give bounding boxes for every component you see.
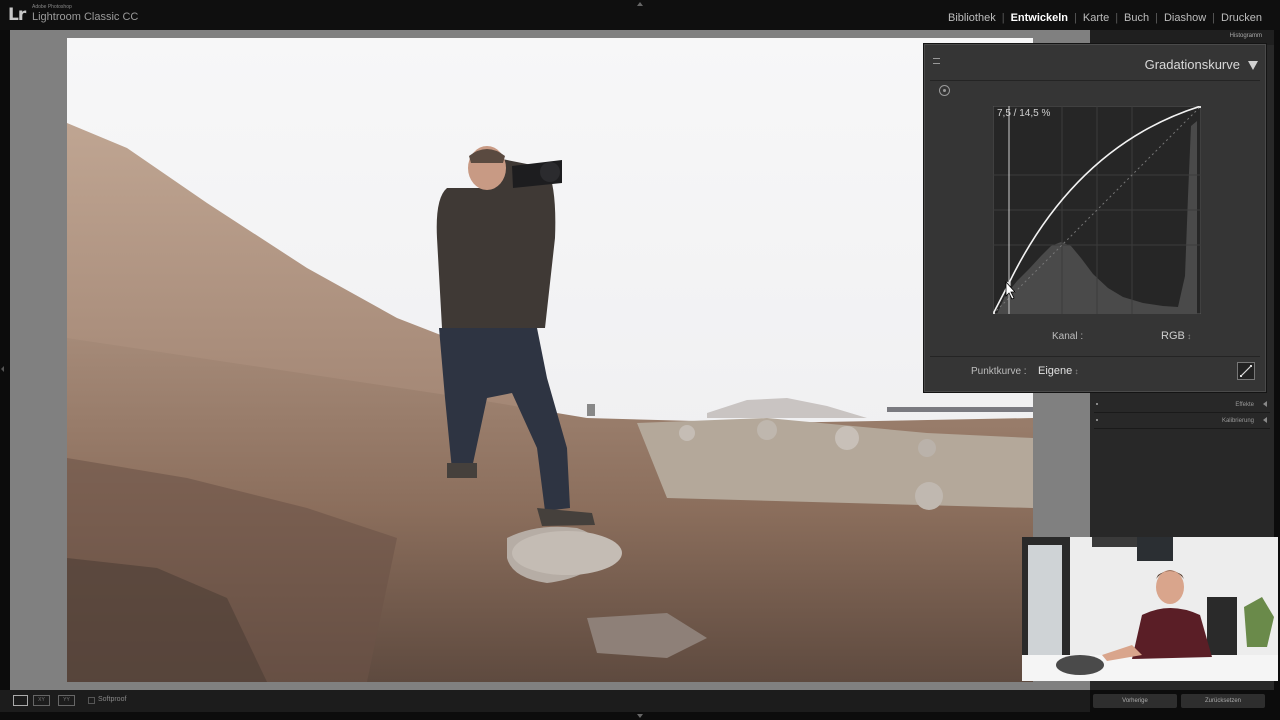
point-curve-select[interactable]: Eigene [1038,365,1079,377]
point-curve-edit-icon [1240,365,1252,377]
brand-label: Lightroom Classic CC [32,11,139,23]
collapse-triangle-icon[interactable] [1248,61,1258,70]
targeted-adjustment-icon[interactable] [939,85,950,96]
reset-button[interactable]: Zurücksetzen [1181,694,1265,708]
point-curve-label: Punktkurve : [971,366,1027,377]
previous-button[interactable]: Vorherige [1093,694,1177,708]
panel-buttons: Vorherige Zurücksetzen [1093,694,1271,708]
tone-curve-panel: Gradationskurve 7,5 / 14,5 % Kanal : RGB… [923,43,1267,393]
brand-small-label: Adobe Photoshop [32,4,72,10]
loupe-view-icon[interactable] [13,695,28,706]
panel-toggle-dot-icon[interactable] [1096,403,1098,405]
divider [930,356,1260,357]
expand-triangle-icon[interactable] [1263,417,1267,423]
curve-point[interactable] [1199,106,1201,108]
module-picker: Bibliothek | Entwickeln | Karte | Buch |… [942,12,1268,24]
module-print[interactable]: Drucken [1215,12,1268,24]
point-curve-edit-button[interactable] [1237,362,1255,380]
divider [930,80,1260,81]
filmstrip-toggle-icon[interactable] [637,714,643,718]
softproof-checkbox[interactable] [88,697,95,704]
curve-readout: 7,5 / 14,5 % [997,108,1051,119]
expand-triangle-icon[interactable] [1263,401,1267,407]
before-after-split-icon[interactable]: YY [58,695,75,706]
curve-point[interactable] [993,312,995,314]
module-develop[interactable]: Entwickeln [1005,12,1074,24]
webcam-overlay [1022,537,1278,681]
module-book[interactable]: Buch [1118,12,1155,24]
panel-row-effects[interactable]: Effekte [1094,398,1270,413]
channel-select[interactable]: RGB [1161,330,1191,342]
panel-row-label: Kalibrierung [1221,418,1254,424]
module-slideshow[interactable]: Diashow [1158,12,1212,24]
photo-landscape-image [67,38,1033,682]
lightroom-logo: Lr [8,5,26,25]
panel-toggle-dot-icon[interactable] [1096,419,1098,421]
tone-curve-title[interactable]: Gradationskurve [1145,57,1240,72]
left-panel-toggle-icon[interactable] [1,366,4,372]
panel-row-label: Effekte [1235,402,1254,408]
panel-row-calibration[interactable]: Kalibrierung [1094,414,1270,429]
before-after-icon[interactable]: XY [33,695,50,706]
tone-curve-graph[interactable] [993,106,1201,314]
main-photo [67,38,1033,682]
webcam-image [1022,537,1278,681]
channel-label: Kanal : [1052,331,1084,342]
bottom-toolbar: XY YY Softproof [0,690,1090,712]
top-panel-toggle-icon[interactable] [637,2,643,6]
panel-grip-icon[interactable] [933,58,940,64]
module-map[interactable]: Karte [1077,12,1115,24]
softproof-label: Softproof [98,696,127,703]
module-library[interactable]: Bibliothek [942,12,1002,24]
histogram-label: Histogramm [1229,33,1262,39]
